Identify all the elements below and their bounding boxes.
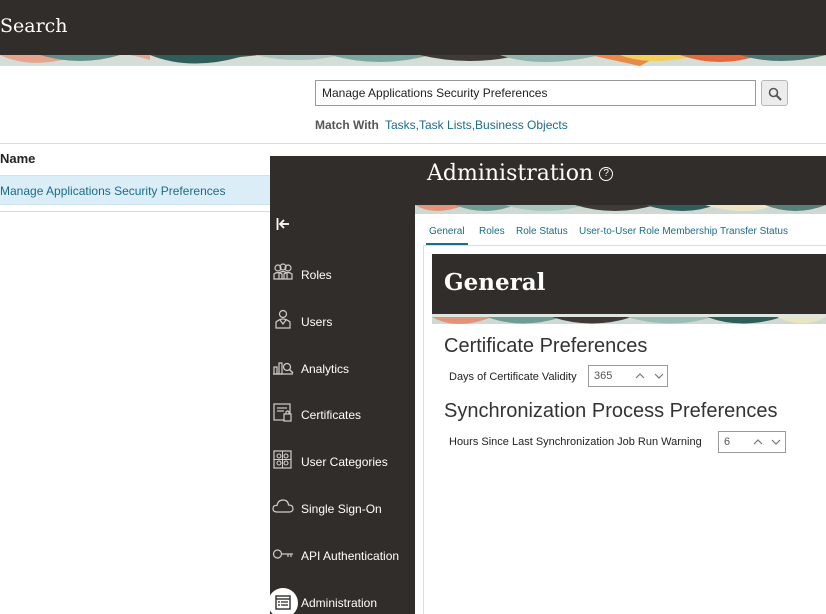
sidebar-item-user-categories[interactable]: User Categories [270,449,415,489]
sidebar-item-roles[interactable]: Roles [270,262,415,302]
sidebar-item-analytics[interactable]: Analytics [270,356,415,396]
match-with-link[interactable]: Tasks,Task Lists,Business Objects [385,118,568,132]
search-input[interactable]: Manage Applications Security Preferences [315,80,756,106]
administration-icon [275,595,291,610]
administration-icon-bg [268,588,298,614]
section-title-certificate-preferences: Certificate Preferences [444,335,648,357]
decorative-banner [415,205,826,214]
tab-general[interactable]: General [429,226,465,237]
analytics-icon [273,362,294,375]
sidebar-item-certificates[interactable]: Certificates [270,402,415,442]
divider [0,143,826,144]
top-header: Search [0,0,826,55]
key-icon [272,549,293,559]
divider [0,211,270,212]
tab-roles[interactable]: Roles [479,226,505,237]
help-icon[interactable]: ? [599,167,614,181]
tab-user-to-user-transfer-status[interactable]: User-to-User Role Membership Transfer St… [579,226,788,237]
table-row[interactable]: Manage Applications Security Preferences [0,175,270,205]
admin-title-text: Administration [427,161,594,186]
stepper-value: 6 [724,436,731,448]
tab-role-status[interactable]: Role Status [516,226,568,237]
sidebar-item-users[interactable]: Users [270,309,415,349]
sidebar-item-single-sign-on[interactable]: Single Sign-On [270,496,415,536]
search-icon [768,87,782,101]
user-categories-icon [273,450,292,469]
certificate-validity-stepper[interactable]: 365 [588,365,668,387]
search-button[interactable] [761,80,788,106]
sidebar-item-api-authentication[interactable]: API Authentication [270,543,415,583]
sidebar-item-label: User Categories [301,455,388,469]
section-title-synchronization-preferences: Synchronization Process Preferences [444,400,778,422]
tab-active-indicator [426,243,468,245]
sync-warning-hours-stepper[interactable]: 6 [718,431,786,453]
admin-header: Administration? [415,156,826,205]
panel-title: General [444,269,546,296]
sidebar-item-administration[interactable]: Administration [268,588,415,614]
sidebar-item-label: Users [301,315,333,329]
admin-sidebar: Roles Users Analytics Certificates User … [268,156,415,614]
sidebar-item-label: Roles [301,268,332,282]
decorative-banner [432,314,826,324]
sidebar-item-label: Analytics [301,362,350,376]
admin-tabs: General Roles Role Status User-to-User R… [423,214,826,246]
sidebar-item-label: Certificates [301,408,362,422]
chevron-up-icon[interactable] [633,369,647,383]
column-header-name: Name [0,151,36,166]
page-title: Search [0,15,68,37]
field-label: Days of Certificate Validity [449,371,577,383]
result-link[interactable]: Manage Applications Security Preferences [0,184,225,198]
chevron-down-icon[interactable] [769,435,783,449]
sidebar-item-label: Administration [301,596,378,610]
stepper-value: 365 [594,370,613,382]
sidebar-item-label: Single Sign-On [301,502,382,516]
cloud-icon [272,499,294,513]
divider [423,246,424,614]
admin-title: Administration? [427,161,614,186]
certificates-icon [273,403,292,422]
sidebar-item-label: API Authentication [301,549,400,563]
collapse-sidebar-icon[interactable] [276,217,290,231]
roles-icon [273,263,293,280]
chevron-down-icon[interactable] [652,369,666,383]
match-with-label: Match With [315,118,379,132]
panel-header: General [432,254,826,314]
users-icon [275,309,291,329]
field-label: Hours Since Last Synchronization Job Run… [449,436,702,448]
decorative-banner [0,55,826,66]
chevron-up-icon[interactable] [751,435,765,449]
